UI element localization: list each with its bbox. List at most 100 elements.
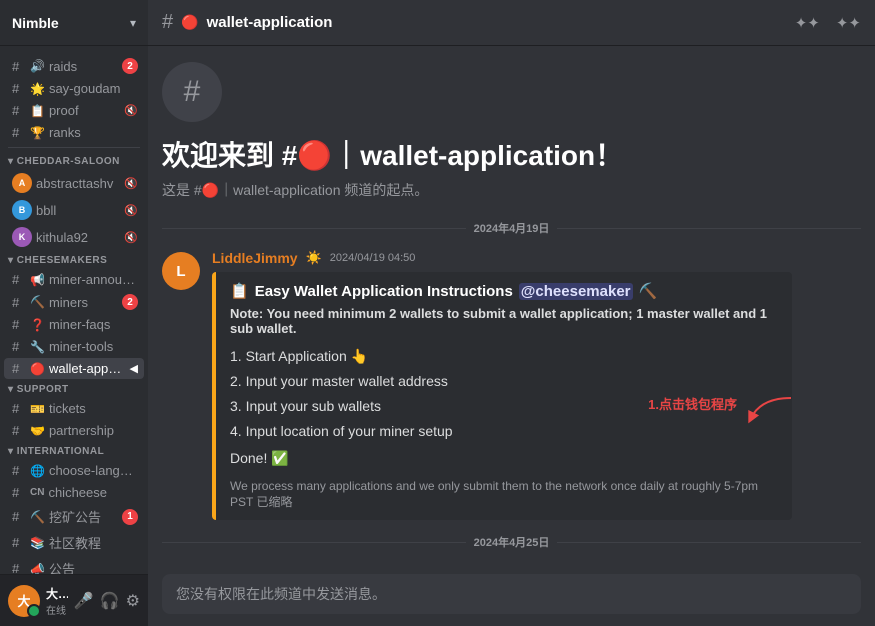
channel-item-mining-announce[interactable]: # ⛏️ 挖矿公告 1 (4, 504, 144, 529)
step-4: 4. Input location of your miner setup (230, 419, 778, 444)
category-cheesemakers[interactable]: ▾ CHEESEMAKERS (0, 251, 148, 268)
channel-header-name: wallet-application (207, 14, 333, 31)
message-header: LiddleJimmy ☀️ 2024/04/19 04:50 (212, 250, 861, 266)
hash-icon: # (12, 485, 26, 500)
author-emoji: ☀️ (306, 250, 322, 266)
channel-item-wallet-application[interactable]: # 🔴 wallet-applicati... ◀ (4, 358, 144, 379)
embed-note: Note: You need minimum 2 wallets to subm… (230, 306, 778, 336)
date-text: 2024年4月19日 (474, 220, 550, 236)
channel-item-announcement[interactable]: # 📣 公告 (4, 556, 144, 574)
date-divider-second: 2024年4月25日 (162, 534, 861, 550)
hash-icon: # (12, 81, 26, 96)
category-support[interactable]: ▾ SUPPORT (0, 380, 148, 397)
sidebar-item-bbll[interactable]: B bbll 🔇 (4, 197, 144, 223)
hash-icon: # (12, 361, 26, 376)
timestamp: 2024/04/19 04:50 (330, 252, 416, 264)
message-2: F Forms APP 2024/04/25 09:13 Fillout App… (162, 562, 861, 566)
user-info: 大臂哥丨... 在线 (46, 585, 68, 617)
channel-item-choose-language[interactable]: # 🌐 choose-language (4, 460, 144, 481)
hash-icon: # (12, 401, 26, 416)
hash-icon: # (12, 463, 26, 478)
avatar: B (12, 200, 32, 220)
user-bar-icons: 🎤 🎧 ⚙ (74, 591, 140, 611)
welcome-title: 欢迎来到 #🔴｜wallet-application！ (162, 134, 623, 174)
message-author-2: Forms (212, 564, 255, 566)
hash-header-icon: # (162, 11, 173, 34)
step-done: Done! ✅ (230, 444, 778, 473)
message-1: L LiddleJimmy ☀️ 2024/04/19 04:50 📋 Easy… (162, 248, 861, 522)
channel-header: # 🔴 wallet-application ✦✦ ✦✦ (148, 0, 875, 46)
embed-footer: We process many applications and we only… (230, 479, 778, 510)
separator (8, 147, 140, 148)
date-divider-first: 2024年4月19日 (162, 220, 861, 236)
channels-list: # 🔊 raids 2 # 🌟 say-goudam # 📋 proof 🔇 #… (0, 46, 148, 574)
channel-welcome: # 欢迎来到 #🔴｜wallet-application！ 这是 #🔴｜wall… (162, 62, 861, 200)
hash-icon: # (12, 103, 26, 118)
date-text-2: 2024年4月25日 (474, 534, 550, 550)
channel-item-miner-announce[interactable]: # 📢 miner-announc... (4, 269, 144, 290)
avatar: 大 (8, 585, 40, 617)
channel-item-raids[interactable]: # 🔊 raids 2 (4, 55, 144, 77)
hash-icon: # (12, 317, 26, 332)
username: 大臂哥丨... (46, 585, 68, 602)
main-content: # 🔴 wallet-application ✦✦ ✦✦ # 欢迎来到 #🔴｜w… (148, 0, 875, 626)
avatar: K (12, 227, 32, 247)
settings-icon[interactable]: ⚙ (126, 591, 140, 611)
headphones-icon[interactable]: 🎧 (100, 591, 120, 611)
step-1: 1. Start Application 👆 (230, 344, 778, 369)
header-actions: ✦✦ ✦✦ (795, 14, 861, 32)
hash-icon: # (12, 125, 26, 140)
channel-item-miner-faqs[interactable]: # ❓ miner-faqs (4, 314, 144, 335)
sidebar: Nimble ▾ # 🔊 raids 2 # 🌟 say-goudam # 📋 … (0, 0, 148, 626)
messages-area: # 欢迎来到 #🔴｜wallet-application！ 这是 #🔴｜wall… (148, 46, 875, 566)
channel-item-tickets[interactable]: # 🎫 tickets (4, 398, 144, 419)
step-3: 3. Input your sub wallets (230, 394, 778, 419)
avatar: A (12, 173, 32, 193)
channel-item-miners[interactable]: # ⛏️ miners 2 (4, 291, 144, 313)
mute-icon: 🔇 (124, 104, 138, 117)
hash-icon: # (12, 509, 26, 524)
server-name: Nimble (12, 15, 59, 31)
channel-item-say-goudam[interactable]: # 🌟 say-goudam (4, 78, 144, 99)
channel-item-miner-tools[interactable]: # 🔧 miner-tools (4, 336, 144, 357)
server-dropdown-icon: ▾ (130, 16, 136, 30)
inbox-icon[interactable]: ✦✦ (836, 14, 861, 32)
channel-item-proof[interactable]: # 📋 proof 🔇 (4, 100, 144, 121)
hash-icon: # (12, 59, 26, 74)
user-bar: 大 大臂哥丨... 在线 🎤 🎧 ⚙ (0, 574, 148, 626)
hash-icon: # (12, 535, 26, 550)
welcome-subtitle: 这是 #🔴｜wallet-application 频道的起点。 (162, 180, 428, 200)
embed-steps: 1. Start Application 👆 2. Input your mas… (230, 344, 778, 473)
sidebar-item-kithula92[interactable]: K kithula92 🔇 (4, 224, 144, 250)
message-wrapper-1: L LiddleJimmy ☀️ 2024/04/19 04:50 📋 Easy… (162, 248, 861, 522)
message-embed: 📋 Easy Wallet Application Instructions @… (212, 272, 792, 520)
message-content-2: Forms APP 2024/04/25 09:13 Fillout Appli… (212, 564, 861, 566)
sidebar-item-abstracttashv[interactable]: A abstracttashv 🔇 (4, 170, 144, 196)
channel-item-ranks[interactable]: # 🏆 ranks (4, 122, 144, 143)
hash-icon: # (12, 295, 26, 310)
chat-input: 您没有权限在此频道中发送消息。 (162, 574, 861, 614)
hash-icon: # (12, 272, 26, 287)
category-international[interactable]: ▾ INTERNATIONAL (0, 442, 148, 459)
channel-header-emoji: 🔴 (181, 14, 198, 31)
mute-icon: 🔇 (124, 177, 138, 190)
server-header[interactable]: Nimble ▾ (0, 0, 148, 46)
embed-title: 📋 Easy Wallet Application Instructions @… (230, 282, 778, 300)
arrow-right-icon: ◀ (130, 362, 138, 375)
mic-icon[interactable]: 🎤 (74, 591, 94, 611)
category-cheddar-saloon[interactable]: ▾ CHEDDAR-SALOON (0, 152, 148, 169)
message-content: LiddleJimmy ☀️ 2024/04/19 04:50 📋 Easy W… (212, 250, 861, 520)
threads-icon[interactable]: ✦✦ (795, 14, 820, 32)
hash-icon: # (12, 561, 26, 574)
user-status: 在线 (46, 602, 68, 617)
hash-icon: # (12, 423, 26, 438)
mute-icon: 🔇 (124, 204, 138, 217)
channel-item-chicheese[interactable]: # CN chicheese (4, 482, 144, 503)
welcome-icon: # (162, 62, 222, 122)
avatar: L (162, 252, 200, 290)
mute-icon: 🔇 (124, 231, 138, 244)
channel-item-community-tutorial[interactable]: # 📚 社区教程 (4, 530, 144, 555)
hash-icon: # (12, 339, 26, 354)
chat-input-bar: 您没有权限在此频道中发送消息。 (148, 566, 875, 626)
channel-item-partnership[interactable]: # 🤝 partnership (4, 420, 144, 441)
